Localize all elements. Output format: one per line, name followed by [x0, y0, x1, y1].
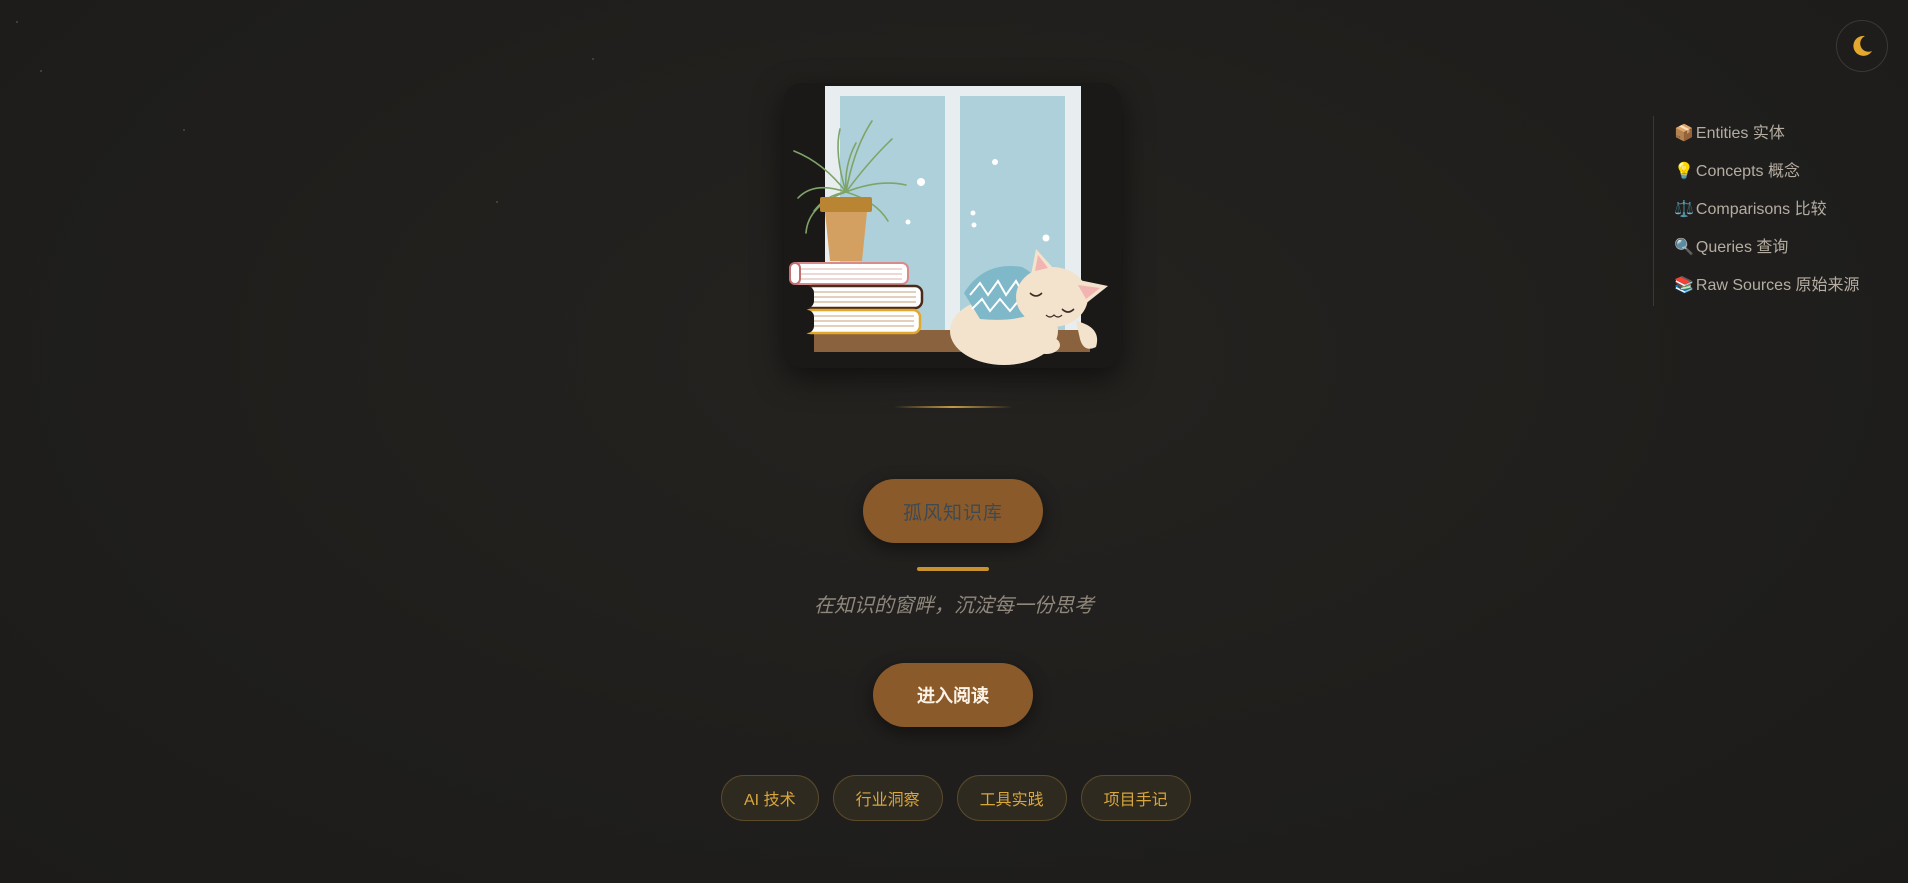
- hero-illustration: [784, 83, 1121, 368]
- snowflake: [917, 178, 925, 186]
- nav-item-entities[interactable]: 📦 Entities 实体: [1674, 124, 1860, 144]
- snowflake: [905, 219, 911, 225]
- package-icon: 📦: [1674, 125, 1694, 142]
- nav-item-label: Raw Sources 原始来源: [1695, 277, 1860, 294]
- snowflake: [970, 210, 976, 216]
- nav-item-label: Comparisons 比较: [1695, 201, 1827, 218]
- background-star: [183, 129, 185, 131]
- tag-tool-practice[interactable]: 工具实践: [956, 775, 1067, 821]
- snowflake: [992, 159, 998, 165]
- enter-reading-button[interactable]: 进入阅读: [873, 663, 1033, 727]
- title-underline: [917, 567, 989, 571]
- category-nav: 📦 Entities 实体 💡 Concepts 概念 ⚖️ Comparisons …: [1653, 116, 1860, 306]
- nav-item-queries[interactable]: 🔍 Queries 查询: [1674, 238, 1860, 258]
- snowflake: [1042, 234, 1050, 242]
- decorative-divider: [894, 406, 1012, 408]
- nav-item-comparisons[interactable]: ⚖️ Comparisons 比较: [1674, 200, 1860, 220]
- book-stack: [789, 262, 924, 335]
- snowflake: [971, 222, 977, 228]
- pot-rim: [820, 197, 872, 212]
- theme-toggle-button[interactable]: [1836, 20, 1888, 72]
- background-star: [592, 58, 594, 60]
- lightbulb-icon: 💡: [1674, 163, 1694, 180]
- background-star: [16, 21, 18, 23]
- tag-ai-tech[interactable]: AI 技术: [721, 775, 819, 821]
- nav-item-label: Concepts 概念: [1695, 163, 1800, 180]
- moon-icon: [1853, 35, 1872, 56]
- books-icon: 📚: [1674, 277, 1694, 294]
- background-star: [40, 70, 42, 72]
- site-title: 孤风知识库: [863, 479, 1043, 543]
- magnifier-icon: 🔍: [1674, 239, 1694, 256]
- nav-item-concepts[interactable]: 💡 Concepts 概念: [1674, 162, 1860, 182]
- flower-pot: [825, 212, 867, 261]
- nav-item-raw-sources[interactable]: 📚 Raw Sources 原始来源: [1674, 276, 1860, 296]
- tag-industry-insight[interactable]: 行业洞察: [832, 775, 943, 821]
- nav-item-label: Queries 查询: [1695, 239, 1789, 256]
- tag-list: AI 技术 行业洞察 工具实践 项目手记: [721, 775, 1191, 821]
- tag-project-notes[interactable]: 项目手记: [1080, 775, 1191, 821]
- scales-icon: ⚖️: [1674, 201, 1694, 218]
- nav-item-label: Entities 实体: [1695, 125, 1785, 142]
- site-subtitle: 在知识的窗畔，沉淀每一份思考: [814, 595, 1094, 617]
- background-star: [496, 201, 498, 203]
